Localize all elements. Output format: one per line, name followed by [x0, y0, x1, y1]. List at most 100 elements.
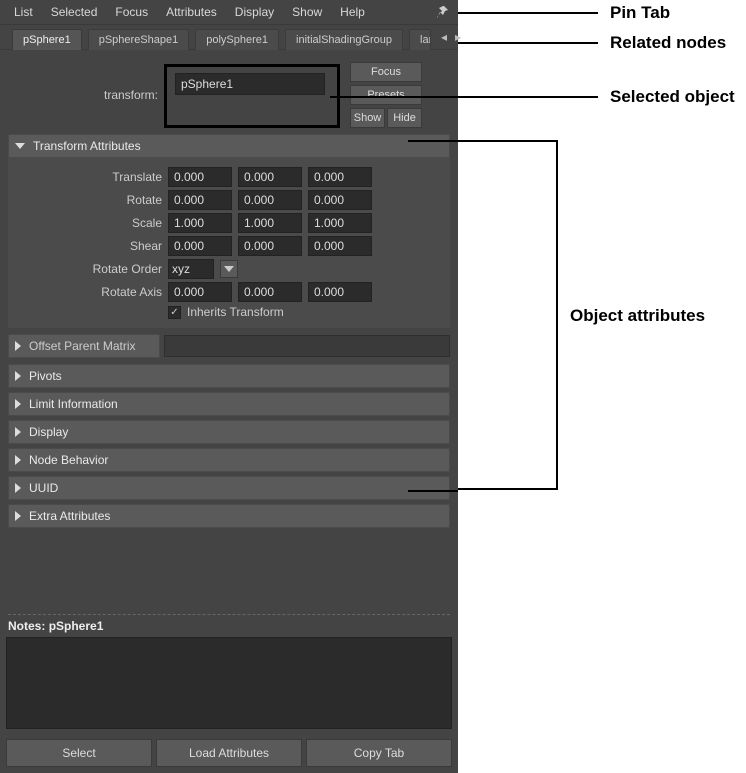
scale-row: Scale: [12, 213, 446, 233]
section-title: Extra Attributes: [29, 509, 110, 523]
select-button[interactable]: Select: [6, 739, 152, 767]
chevron-down-icon: [224, 266, 234, 272]
load-attributes-button[interactable]: Load Attributes: [156, 739, 302, 767]
rotate-order-dropdown[interactable]: [220, 260, 238, 278]
section-title: UUID: [29, 481, 58, 495]
rotate-x[interactable]: [168, 190, 232, 210]
menu-list[interactable]: List: [6, 2, 41, 22]
section-title: Pivots: [29, 369, 62, 383]
menu-selected[interactable]: Selected: [43, 2, 106, 22]
scale-label: Scale: [12, 216, 162, 230]
presets-button[interactable]: Presets: [350, 85, 422, 105]
inherits-transform-checkbox[interactable]: ✓: [168, 306, 181, 319]
annotation-line: [458, 42, 598, 44]
section-header-uuid[interactable]: UUID: [8, 476, 450, 500]
section-header-transform[interactable]: Transform Attributes: [8, 134, 450, 158]
section-extra-attributes: Extra Attributes: [8, 504, 450, 528]
annotation-pin-tab: Pin Tab: [610, 3, 670, 23]
annotation-selected-object: Selected object: [610, 87, 735, 107]
shear-x[interactable]: [168, 236, 232, 256]
rotate-order-row: Rotate Order xyz: [12, 259, 446, 279]
node-type-label: transform:: [8, 56, 158, 128]
annotation-line: [458, 12, 598, 14]
inherits-row: ✓ Inherits Transform: [12, 305, 446, 319]
notes-target: pSphere1: [49, 619, 104, 633]
section-header-pivots[interactable]: Pivots: [8, 364, 450, 388]
tab-polysphere1[interactable]: polySphere1: [195, 29, 279, 50]
annotation-line: [408, 140, 458, 142]
rotate-axis-x[interactable]: [168, 282, 232, 302]
menu-focus[interactable]: Focus: [107, 2, 156, 22]
scale-y[interactable]: [238, 213, 302, 233]
chevron-right-icon: [15, 427, 21, 437]
selected-object-highlight: [164, 64, 340, 128]
rotate-axis-y[interactable]: [238, 282, 302, 302]
menu-display[interactable]: Display: [227, 2, 282, 22]
rotate-row: Rotate: [12, 190, 446, 210]
annotation-line: [330, 96, 598, 98]
shear-label: Shear: [12, 239, 162, 253]
pin-icon: [436, 5, 450, 19]
hide-button[interactable]: Hide: [387, 108, 422, 128]
chevron-right-icon: [15, 511, 21, 521]
translate-z[interactable]: [308, 167, 372, 187]
chevron-right-icon: [15, 371, 21, 381]
scale-x[interactable]: [168, 213, 232, 233]
section-header-limit-information[interactable]: Limit Information: [8, 392, 450, 416]
section-title: Transform Attributes: [33, 139, 141, 153]
section-limit-information: Limit Information: [8, 392, 450, 416]
rotate-z[interactable]: [308, 190, 372, 210]
rotate-axis-z[interactable]: [308, 282, 372, 302]
show-button[interactable]: Show: [350, 108, 385, 128]
tabs-scroll-left[interactable]: ◂: [437, 28, 451, 46]
section-title: Node Behavior: [29, 453, 108, 467]
section-uuid: UUID: [8, 476, 450, 500]
offset-parent-matrix-row: Offset Parent Matrix: [8, 334, 450, 358]
section-pivots: Pivots: [8, 364, 450, 388]
section-transform-attributes: Transform Attributes Translate Rotate Sc…: [8, 134, 450, 328]
section-display: Display: [8, 420, 450, 444]
rotate-order-label: Rotate Order: [12, 262, 162, 276]
rotate-y[interactable]: [238, 190, 302, 210]
rotate-axis-label: Rotate Axis: [12, 285, 162, 299]
translate-row: Translate: [12, 167, 446, 187]
chevron-right-icon: [15, 341, 21, 351]
chevron-down-icon: [15, 143, 25, 149]
translate-y[interactable]: [238, 167, 302, 187]
node-header: transform: Focus Presets Show Hide: [0, 50, 458, 132]
focus-button[interactable]: Focus: [350, 62, 422, 82]
notes-label-row: Notes: pSphere1: [8, 614, 450, 637]
scale-z[interactable]: [308, 213, 372, 233]
shear-row: Shear: [12, 236, 446, 256]
tab-lambert1[interactable]: lambert1: [409, 29, 431, 50]
notes-textarea[interactable]: [6, 637, 452, 729]
translate-x[interactable]: [168, 167, 232, 187]
section-header-node-behavior[interactable]: Node Behavior: [8, 448, 450, 472]
rotate-order-value[interactable]: xyz: [168, 259, 214, 279]
annotation-bracket: [458, 140, 558, 490]
menu-show[interactable]: Show: [284, 2, 330, 22]
inherits-transform-label: Inherits Transform: [187, 305, 284, 319]
annotation-related-nodes: Related nodes: [610, 33, 726, 53]
section-header-display[interactable]: Display: [8, 420, 450, 444]
tab-psphereshape1[interactable]: pSphereShape1: [88, 29, 190, 50]
menu-attributes[interactable]: Attributes: [158, 2, 225, 22]
shear-z[interactable]: [308, 236, 372, 256]
chevron-right-icon: [15, 483, 21, 493]
copy-tab-button[interactable]: Copy Tab: [306, 739, 452, 767]
menu-help[interactable]: Help: [332, 2, 373, 22]
node-name-input[interactable]: [175, 73, 325, 95]
tab-initialshadinggroup[interactable]: initialShadingGroup: [285, 29, 403, 50]
notes-label: Notes:: [8, 619, 45, 633]
offset-parent-matrix-label: Offset Parent Matrix: [29, 339, 135, 353]
attribute-editor-panel: List Selected Focus Attributes Display S…: [0, 0, 458, 773]
translate-label: Translate: [12, 170, 162, 184]
rotate-label: Rotate: [12, 193, 162, 207]
menubar: List Selected Focus Attributes Display S…: [0, 0, 458, 24]
offset-parent-matrix-header[interactable]: Offset Parent Matrix: [8, 334, 160, 358]
offset-parent-matrix-field[interactable]: [164, 335, 450, 357]
section-header-extra-attributes[interactable]: Extra Attributes: [8, 504, 450, 528]
shear-y[interactable]: [238, 236, 302, 256]
pin-tab-button[interactable]: [436, 5, 452, 19]
tab-psphere1[interactable]: pSphere1: [12, 29, 82, 50]
